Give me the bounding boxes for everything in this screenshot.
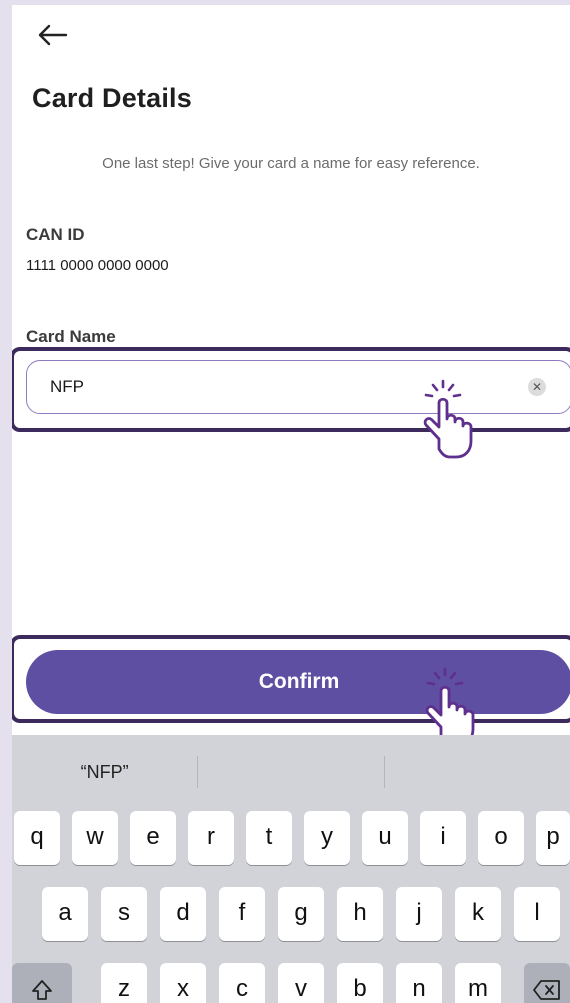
key-n[interactable]: n (396, 963, 442, 1003)
back-button[interactable] (32, 17, 72, 53)
on-screen-keyboard: “NFP” q w e r t y u i o p a s d f g h j … (12, 735, 570, 1003)
confirm-button[interactable]: Confirm (26, 650, 570, 714)
key-o[interactable]: o (478, 811, 524, 865)
shift-key[interactable] (12, 963, 72, 1003)
key-v[interactable]: v (278, 963, 324, 1003)
key-d[interactable]: d (160, 887, 206, 941)
card-details-screen: Card Details One last step! Give your ca… (12, 5, 570, 1003)
key-s[interactable]: s (101, 887, 147, 941)
key-k[interactable]: k (455, 887, 501, 941)
key-q[interactable]: q (14, 811, 60, 865)
tap-hand-icon (423, 379, 473, 459)
backspace-icon (533, 979, 560, 1000)
backspace-key[interactable] (524, 963, 570, 1003)
can-id-label: CAN ID (26, 225, 85, 244)
key-f[interactable]: f (219, 887, 265, 941)
key-t[interactable]: t (246, 811, 292, 865)
card-name-input[interactable] (48, 376, 472, 398)
key-u[interactable]: u (362, 811, 408, 865)
suggestion-divider (197, 756, 199, 788)
key-i[interactable]: i (420, 811, 466, 865)
key-l[interactable]: l (514, 887, 560, 941)
key-a[interactable]: a (42, 887, 88, 941)
key-m[interactable]: m (455, 963, 501, 1003)
can-id-value: 1111 0000 0000 0000 (26, 257, 199, 274)
arrow-left-icon (38, 24, 68, 46)
page-title: Card Details (32, 83, 192, 113)
key-c[interactable]: c (219, 963, 265, 1003)
key-h[interactable]: h (337, 887, 383, 941)
key-r[interactable]: r (188, 811, 234, 865)
key-w[interactable]: w (72, 811, 118, 865)
suggestion-divider (383, 756, 385, 788)
shift-icon (32, 979, 52, 1000)
key-z[interactable]: z (101, 963, 147, 1003)
page-subtitle: One last step! Give your card a name for… (102, 155, 480, 172)
card-name-field[interactable]: ✕ (26, 360, 570, 414)
key-b[interactable]: b (337, 963, 383, 1003)
key-e[interactable]: e (130, 811, 176, 865)
key-j[interactable]: j (396, 887, 442, 941)
suggestion-bar: “NFP” (12, 735, 570, 809)
key-g[interactable]: g (278, 887, 324, 941)
clear-circle-icon[interactable]: ✕ (528, 378, 546, 396)
card-name-label: Card Name (26, 327, 116, 346)
key-x[interactable]: x (160, 963, 206, 1003)
key-y[interactable]: y (304, 811, 350, 865)
key-p[interactable]: p (536, 811, 570, 865)
suggestion-item[interactable]: “NFP” (12, 762, 197, 783)
